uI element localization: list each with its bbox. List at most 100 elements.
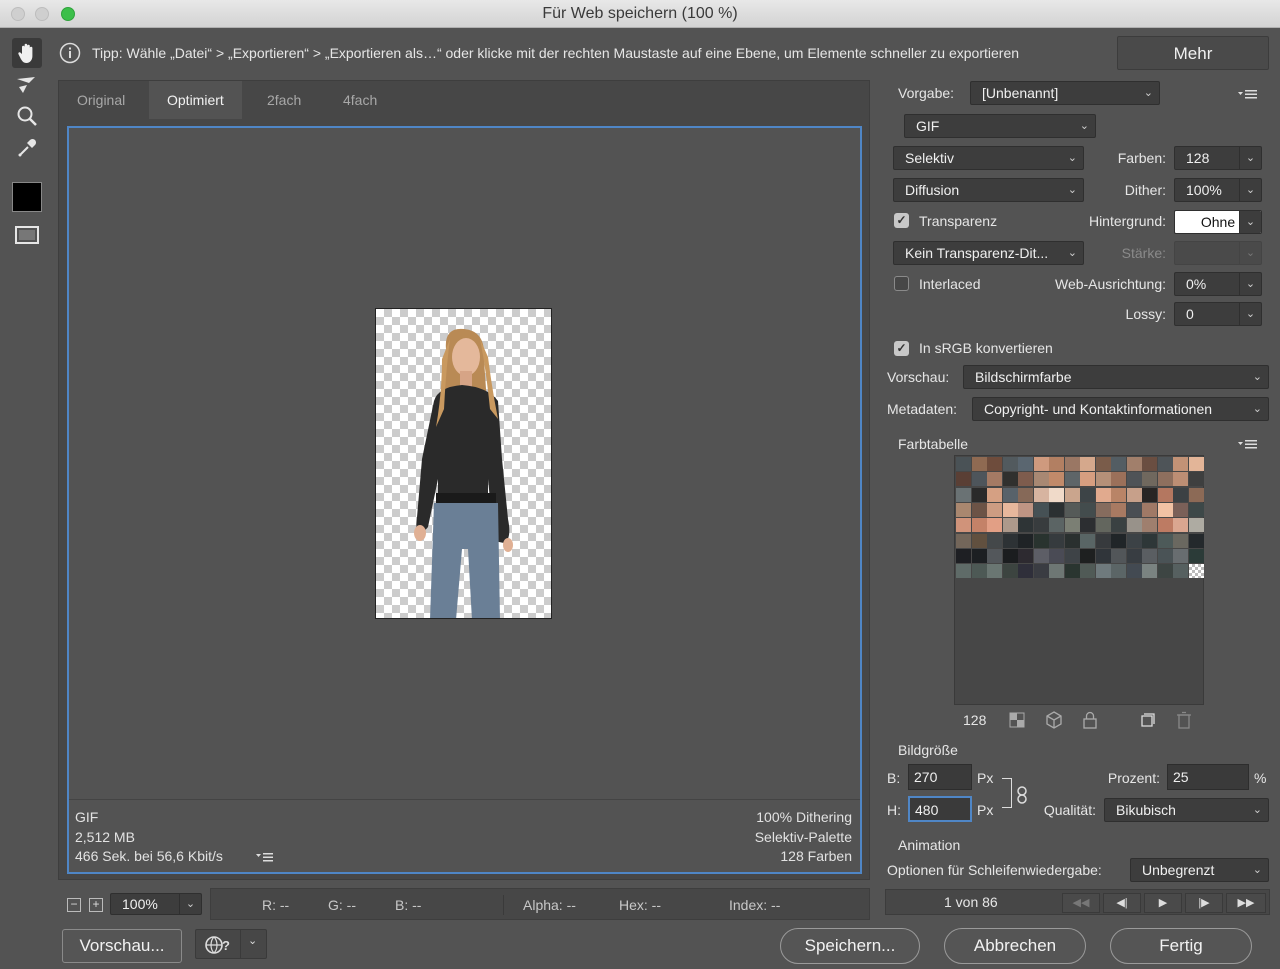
color-swatch[interactable]: [1033, 502, 1049, 517]
color-swatch[interactable]: [987, 487, 1002, 502]
color-swatch[interactable]: [1142, 472, 1157, 487]
color-swatch[interactable]: [1173, 548, 1188, 563]
eyedropper-color-swatch[interactable]: [12, 182, 42, 212]
next-frame-button[interactable]: |▶: [1185, 893, 1223, 913]
color-swatch[interactable]: [1126, 533, 1142, 548]
color-swatch[interactable]: [1173, 487, 1188, 502]
zoom-level-select[interactable]: 100% ⌄: [110, 893, 202, 915]
color-swatch[interactable]: [1033, 548, 1049, 563]
color-swatch[interactable]: [1049, 457, 1064, 471]
color-swatch[interactable]: [1018, 487, 1033, 502]
color-swatch[interactable]: [1126, 487, 1142, 502]
download-speed-menu-icon[interactable]: [255, 850, 275, 867]
color-swatch[interactable]: [1173, 472, 1188, 487]
color-swatch[interactable]: [987, 472, 1002, 487]
color-swatch[interactable]: [1142, 564, 1157, 579]
matte-select[interactable]: Ohne ⌄: [1174, 210, 1262, 234]
color-swatch[interactable]: [956, 564, 971, 579]
color-swatch[interactable]: [956, 472, 971, 487]
color-swatch[interactable]: [1018, 457, 1033, 471]
color-swatch[interactable]: [1049, 472, 1064, 487]
color-swatch[interactable]: [1018, 472, 1033, 487]
color-swatch[interactable]: [1142, 548, 1157, 563]
color-swatch[interactable]: [971, 457, 987, 471]
color-swatch[interactable]: [1188, 502, 1204, 517]
color-swatch[interactable]: [1002, 548, 1018, 563]
preset-select[interactable]: [Unbenannt] ⌄: [970, 81, 1160, 105]
color-swatch[interactable]: [1080, 564, 1095, 579]
srgb-checkbox[interactable]: ✓: [894, 341, 909, 356]
play-button[interactable]: ▶: [1144, 893, 1182, 913]
color-swatch[interactable]: [987, 502, 1002, 517]
color-swatch[interactable]: [956, 548, 971, 563]
color-swatch[interactable]: [1002, 472, 1018, 487]
color-swatch[interactable]: [987, 548, 1002, 563]
color-swatch[interactable]: [987, 533, 1002, 548]
color-swatch[interactable]: [956, 533, 971, 548]
color-swatch[interactable]: [1033, 457, 1049, 471]
done-button[interactable]: Fertig: [1110, 928, 1252, 964]
color-swatch[interactable]: [1111, 472, 1126, 487]
zoom-in-button[interactable]: +: [89, 898, 103, 912]
color-swatch[interactable]: [1064, 518, 1080, 533]
tab-original[interactable]: Original: [59, 81, 143, 119]
color-swatch[interactable]: [1142, 502, 1157, 517]
optimize-menu-icon[interactable]: [1237, 87, 1259, 103]
toggle-slices-icon[interactable]: [12, 220, 42, 250]
color-swatch[interactable]: [971, 533, 987, 548]
color-swatch[interactable]: [1126, 457, 1142, 471]
color-swatch[interactable]: [1080, 518, 1095, 533]
color-swatch[interactable]: [1126, 472, 1142, 487]
color-swatch[interactable]: [1064, 472, 1080, 487]
color-swatch[interactable]: [1188, 472, 1204, 487]
color-swatch[interactable]: [1049, 548, 1064, 563]
color-swatch[interactable]: [971, 548, 987, 563]
color-swatch[interactable]: [1095, 502, 1111, 517]
color-swatch[interactable]: [1157, 502, 1173, 517]
color-swatch[interactable]: [971, 502, 987, 517]
dither-amount-select[interactable]: 100% ⌄: [1174, 178, 1262, 202]
color-swatch[interactable]: [1018, 533, 1033, 548]
preview-image[interactable]: [375, 308, 552, 619]
color-swatch[interactable]: [1142, 533, 1157, 548]
eyedropper-icon[interactable]: [12, 133, 42, 163]
color-swatch[interactable]: [1049, 533, 1064, 548]
color-swatch[interactable]: [1095, 564, 1111, 579]
transparency-checkbox[interactable]: ✓: [894, 213, 909, 228]
color-swatch[interactable]: [1111, 487, 1126, 502]
color-swatch[interactable]: [1018, 548, 1033, 563]
color-swatch[interactable]: [971, 518, 987, 533]
format-select[interactable]: GIF ⌄: [904, 114, 1096, 138]
color-swatch[interactable]: [1142, 457, 1157, 471]
color-swatch[interactable]: [1188, 487, 1204, 502]
hand-icon[interactable]: [12, 38, 42, 68]
color-swatch[interactable]: [1033, 564, 1049, 579]
color-swatch[interactable]: [1080, 457, 1095, 471]
color-swatch[interactable]: [1188, 457, 1204, 471]
color-swatch[interactable]: [1157, 564, 1173, 579]
color-swatch[interactable]: [1080, 472, 1095, 487]
color-swatch[interactable]: [1126, 518, 1142, 533]
last-frame-button[interactable]: ▶▶: [1226, 893, 1266, 913]
color-swatch[interactable]: [971, 472, 987, 487]
color-swatch[interactable]: [1157, 548, 1173, 563]
color-swatch[interactable]: [1142, 518, 1157, 533]
link-icon[interactable]: [1015, 785, 1029, 808]
color-swatch[interactable]: [1095, 533, 1111, 548]
color-swatch[interactable]: [1111, 502, 1126, 517]
quality-select[interactable]: Bikubisch ⌄: [1104, 798, 1269, 822]
color-swatch[interactable]: [956, 457, 971, 471]
transparency-dither-select[interactable]: Kein Transparenz-Dit... ⌄: [893, 241, 1084, 265]
color-swatch[interactable]: [987, 457, 1002, 471]
color-swatch[interactable]: [1157, 487, 1173, 502]
color-swatch[interactable]: [1111, 564, 1126, 579]
color-swatch[interactable]: [1002, 487, 1018, 502]
previous-frame-button[interactable]: ◀|: [1103, 893, 1141, 913]
color-swatch[interactable]: [1111, 548, 1126, 563]
color-swatch[interactable]: [1095, 487, 1111, 502]
color-swatch[interactable]: [1002, 564, 1018, 579]
color-swatch[interactable]: [1018, 502, 1033, 517]
color-swatch[interactable]: [1018, 564, 1033, 579]
color-swatch[interactable]: [1157, 518, 1173, 533]
color-swatch[interactable]: [1157, 472, 1173, 487]
